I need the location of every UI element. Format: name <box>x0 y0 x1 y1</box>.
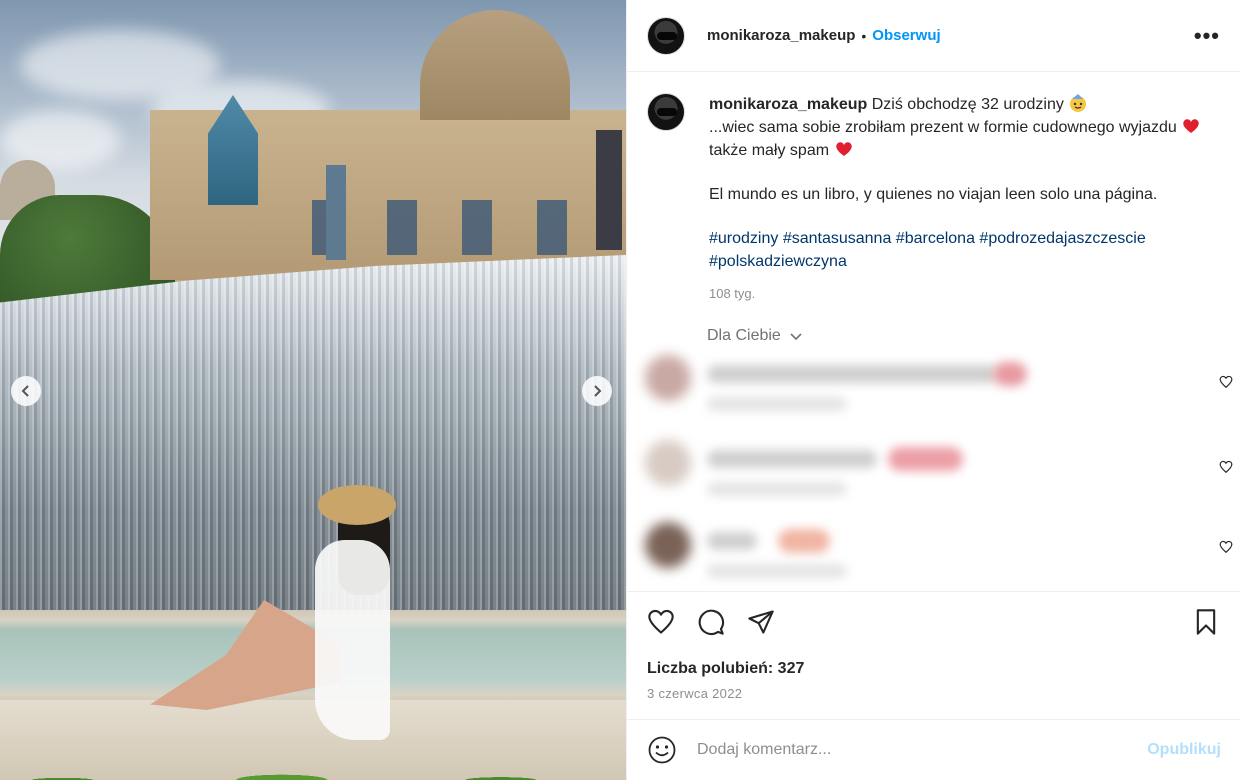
comments-filter-dropdown[interactable]: Dla Ciebie <box>707 327 803 345</box>
caption-line-2: ...wiec sama sobie zrobiłam prezent w fo… <box>709 119 1177 136</box>
like-comment-heart-icon[interactable] <box>1219 540 1233 554</box>
post-photo <box>0 0 626 780</box>
likes-count[interactable]: Liczba polubień: 327 <box>647 660 804 678</box>
chevron-down-icon <box>790 333 802 340</box>
smiley-icon <box>648 736 676 764</box>
share-send-icon[interactable] <box>747 608 775 636</box>
actions-divider <box>627 591 1240 592</box>
post-panel: monikaroza_makeup • Obserwuj ••• monikar… <box>626 0 1240 780</box>
caption-username[interactable]: monikaroza_makeup <box>709 96 867 113</box>
comment-item <box>643 355 1233 425</box>
red-heart-icon <box>835 142 852 156</box>
caption-avatar[interactable] <box>647 93 685 131</box>
chevron-right-icon <box>594 385 602 397</box>
commenter-avatar[interactable] <box>645 440 691 486</box>
comments-filter-label: Dla Ciebie <box>707 327 781 344</box>
post-actions <box>647 608 775 636</box>
caption-hashtags[interactable]: #urodziny #santasusanna #barcelona #podr… <box>709 227 1219 273</box>
post-date[interactable]: 3 czerwca 2022 <box>647 686 742 701</box>
chevron-left-icon <box>21 385 29 397</box>
commenter-avatar[interactable] <box>645 355 691 401</box>
follow-button[interactable]: Obserwuj <box>872 27 940 44</box>
comment-item <box>643 522 1233 592</box>
caption-line-2b: także mały spam <box>709 142 830 159</box>
caption: monikaroza_makeup Dziś obchodzę 32 urodz… <box>647 93 1227 305</box>
next-photo-button[interactable] <box>582 376 612 406</box>
like-comment-heart-icon[interactable] <box>1219 460 1233 474</box>
post-author-username[interactable]: monikaroza_makeup <box>707 27 855 44</box>
comment-input[interactable] <box>697 741 1117 759</box>
post-header: monikaroza_makeup • Obserwuj ••• <box>627 0 1240 72</box>
caption-timestamp[interactable]: 108 tyg. <box>709 282 1219 305</box>
separator-dot: • <box>861 27 867 44</box>
previous-photo-button[interactable] <box>11 376 41 406</box>
commenter-avatar[interactable] <box>645 522 691 568</box>
avatar[interactable] <box>647 16 685 55</box>
publish-button[interactable]: Opublikuj <box>1147 741 1221 759</box>
add-comment-bar: Opublikuj <box>627 719 1240 780</box>
comment-item <box>643 440 1233 510</box>
caption-line-1: Dziś obchodzę 32 urodziny <box>871 96 1064 113</box>
face-with-party-icon <box>1070 94 1087 112</box>
like-comment-heart-icon[interactable] <box>1219 375 1233 389</box>
like-heart-icon[interactable] <box>647 608 675 636</box>
comment-bubble-icon[interactable] <box>697 608 725 636</box>
red-heart-icon <box>1183 119 1199 133</box>
caption-quote: El mundo es un libro, y quienes no viaja… <box>709 186 1158 203</box>
save-bookmark-icon[interactable] <box>1192 608 1220 636</box>
more-options-button[interactable]: ••• <box>1194 24 1220 47</box>
emoji-picker-button[interactable] <box>647 735 677 765</box>
